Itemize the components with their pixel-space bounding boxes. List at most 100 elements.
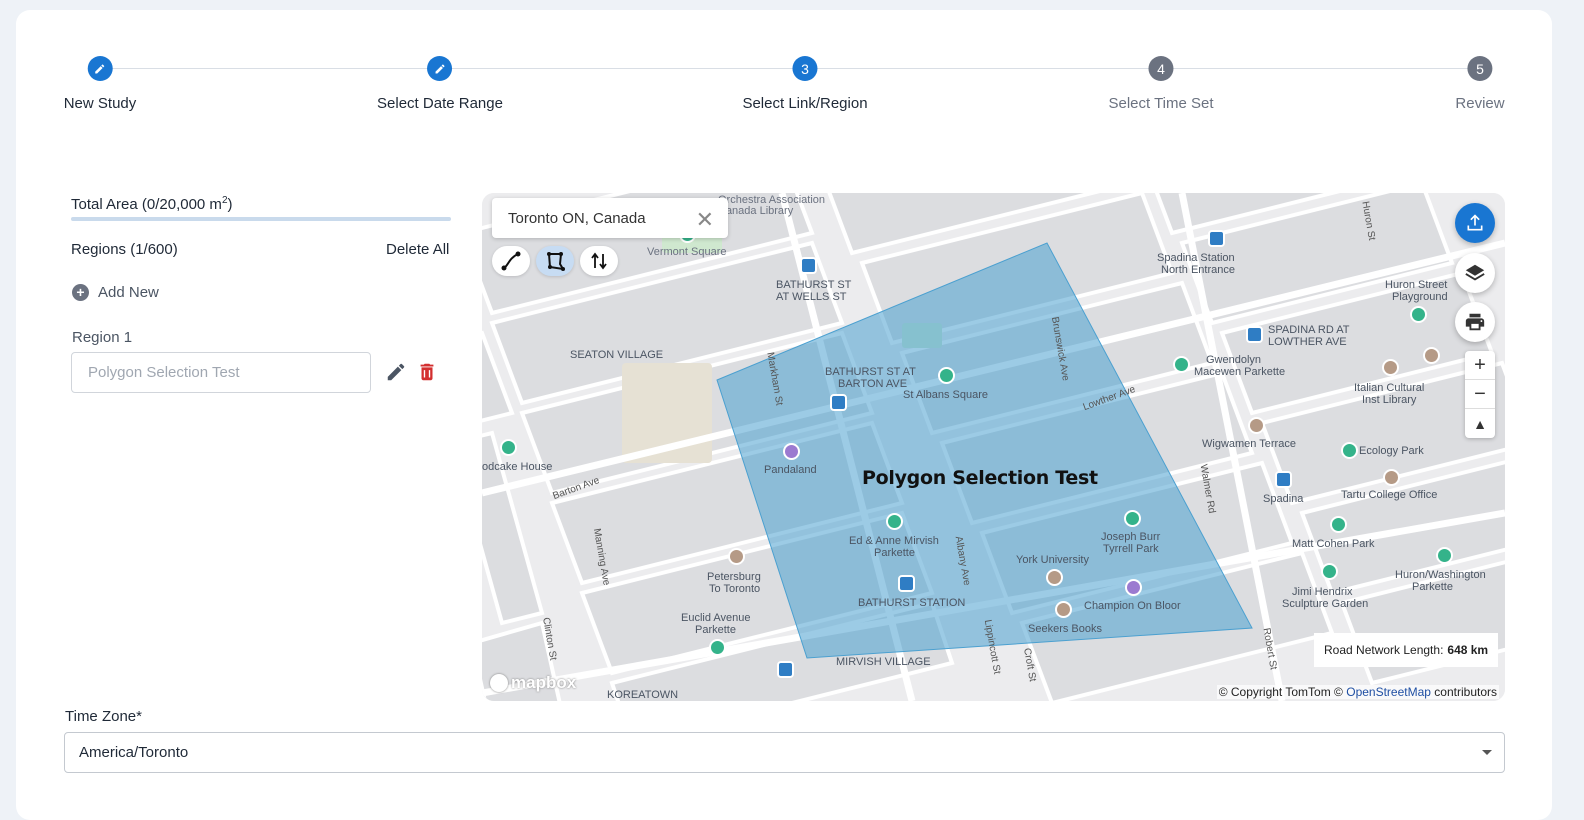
- region-name-input[interactable]: [71, 352, 371, 393]
- line-draw-icon[interactable]: [492, 246, 530, 276]
- bus-stop-icon: [777, 661, 794, 678]
- stepper: New Study Select Date Range 3 Select Lin…: [16, 10, 1552, 140]
- polygon-label: Polygon Selection Test: [862, 467, 1098, 489]
- bus-stop-icon: [800, 257, 817, 274]
- map-label: Vermont Square: [647, 246, 727, 258]
- edit-icon[interactable]: [385, 361, 407, 383]
- park-icon: [709, 639, 726, 656]
- osm-link[interactable]: OpenStreetMap: [1346, 685, 1431, 699]
- map-label: Macewen Parkette: [1194, 366, 1286, 378]
- map-label: BARTON AVE: [838, 378, 908, 390]
- total-area-label: Total Area (0/20,000 m2): [71, 195, 233, 213]
- time-zone-select[interactable]: America/Toronto: [64, 732, 1505, 773]
- park-icon: [886, 513, 903, 530]
- trash-icon[interactable]: [416, 361, 438, 383]
- time-zone-label: Time Zone*: [65, 708, 142, 725]
- mapbox-logo-icon: [490, 674, 508, 692]
- library-icon: [1055, 601, 1072, 618]
- map-label: North Entrance: [1161, 264, 1235, 276]
- map-label: KOREATOWN: [607, 689, 679, 701]
- step-label: Review: [1455, 95, 1505, 112]
- add-new-button[interactable]: + Add New: [72, 284, 159, 301]
- school-icon: [1383, 469, 1400, 486]
- map-label: Sculpture Garden: [1282, 598, 1369, 610]
- map-label: Spadina Station: [1157, 252, 1235, 264]
- layers-icon[interactable]: [1455, 253, 1495, 293]
- map-label: Parkette: [695, 624, 736, 636]
- study-card: New Study Select Date Range 3 Select Lin…: [16, 10, 1552, 820]
- park-icon: [1124, 510, 1141, 527]
- map-label: Champion On Bloor: [1084, 600, 1181, 612]
- map-label: Wigwamen Terrace: [1202, 438, 1296, 450]
- pencil-icon: [87, 56, 113, 81]
- park-icon: [938, 367, 955, 384]
- bus-stop-icon: [1208, 230, 1225, 247]
- step-label: New Study: [63, 95, 137, 112]
- step-new-study[interactable]: New Study: [63, 56, 137, 112]
- compass-icon[interactable]: ▲: [1465, 409, 1495, 438]
- map-label: Petersburg: [707, 571, 761, 583]
- map-search-value: Toronto ON, Canada: [508, 209, 646, 227]
- add-new-label: Add New: [98, 284, 159, 301]
- map-label: Ed & Anne Mirvish: [849, 535, 939, 547]
- map-label: Joseph Burr: [1101, 531, 1161, 543]
- park-icon: [1330, 516, 1347, 533]
- map-label: Inst Library: [1362, 394, 1417, 406]
- map-label: SPADINA RD AT: [1268, 324, 1350, 336]
- polygon-draw-icon[interactable]: [536, 246, 574, 276]
- map-label: AT WELLS ST: [776, 291, 847, 303]
- swap-direction-icon[interactable]: [580, 246, 618, 276]
- step-select-link-region[interactable]: 3 Select Link/Region: [742, 56, 868, 112]
- map-label: Pandaland: [764, 464, 817, 476]
- map-label: Huron/Washington: [1395, 569, 1486, 581]
- map-label: Parkette: [1412, 581, 1453, 593]
- map-label: Seekers Books: [1028, 623, 1102, 635]
- chevron-down-icon: [1482, 750, 1492, 755]
- step-select-date-range[interactable]: Select Date Range: [377, 56, 503, 112]
- map-label: Matt Cohen Park: [1292, 538, 1375, 550]
- park-icon: [1341, 442, 1358, 459]
- road-length-box: Road Network Length: 648 km: [1314, 633, 1499, 667]
- bus-stop-icon: [830, 394, 847, 411]
- draw-toolbar: [492, 246, 618, 276]
- step-number: 4: [1148, 56, 1174, 81]
- map-label: Ecology Park: [1359, 445, 1424, 457]
- close-icon[interactable]: ✕: [696, 207, 714, 233]
- zoom-controls: + − ▲: [1465, 351, 1495, 438]
- regions-count: Regions (1/600): [71, 241, 178, 258]
- map-attribution: © Copyright TomTom © OpenStreetMap contr…: [1216, 685, 1499, 699]
- zoom-out-icon[interactable]: −: [1465, 380, 1495, 409]
- building-icon: [1248, 417, 1265, 434]
- map-search-box[interactable]: Toronto ON, Canada ✕: [492, 198, 728, 238]
- step-label: Select Date Range: [377, 95, 503, 112]
- park-icon: [1321, 563, 1338, 580]
- map-view[interactable]: Orchestra Association Canada Library Ver…: [482, 193, 1505, 701]
- bus-stop-icon: [1275, 471, 1292, 488]
- map-label: Jimi Hendrix: [1292, 586, 1353, 598]
- upload-icon[interactable]: [1455, 203, 1495, 243]
- road-length-value: 648 km: [1447, 643, 1489, 657]
- step-select-time-set[interactable]: 4 Select Time Set: [1108, 56, 1214, 112]
- map-label: Tartu College Office: [1341, 489, 1438, 501]
- map-label: York University: [1016, 554, 1089, 566]
- delete-all-button[interactable]: Delete All: [386, 241, 449, 258]
- map-label: Playground: [1392, 291, 1448, 303]
- zoom-in-icon[interactable]: +: [1465, 351, 1495, 380]
- time-zone-value: America/Toronto: [79, 744, 189, 761]
- map-label: odcake House: [482, 461, 553, 473]
- step-number: 3: [792, 56, 818, 81]
- bus-stop-icon: [1246, 326, 1263, 343]
- area-progress-bar: [71, 217, 451, 221]
- map-label: Gwendolyn: [1206, 354, 1262, 366]
- step-label: Select Link/Region: [742, 95, 868, 112]
- map-label: BATHURST ST AT: [825, 366, 916, 378]
- step-review[interactable]: 5 Review: [1455, 56, 1505, 112]
- park-icon: [1173, 356, 1190, 373]
- store-icon: [1125, 579, 1142, 596]
- plus-circle-icon: +: [72, 284, 89, 301]
- map-label: Tyrrell Park: [1103, 543, 1159, 555]
- park-icon: [1410, 306, 1427, 323]
- step-label: Select Time Set: [1108, 95, 1214, 112]
- attraction-icon: [783, 443, 800, 460]
- print-icon[interactable]: [1455, 302, 1495, 342]
